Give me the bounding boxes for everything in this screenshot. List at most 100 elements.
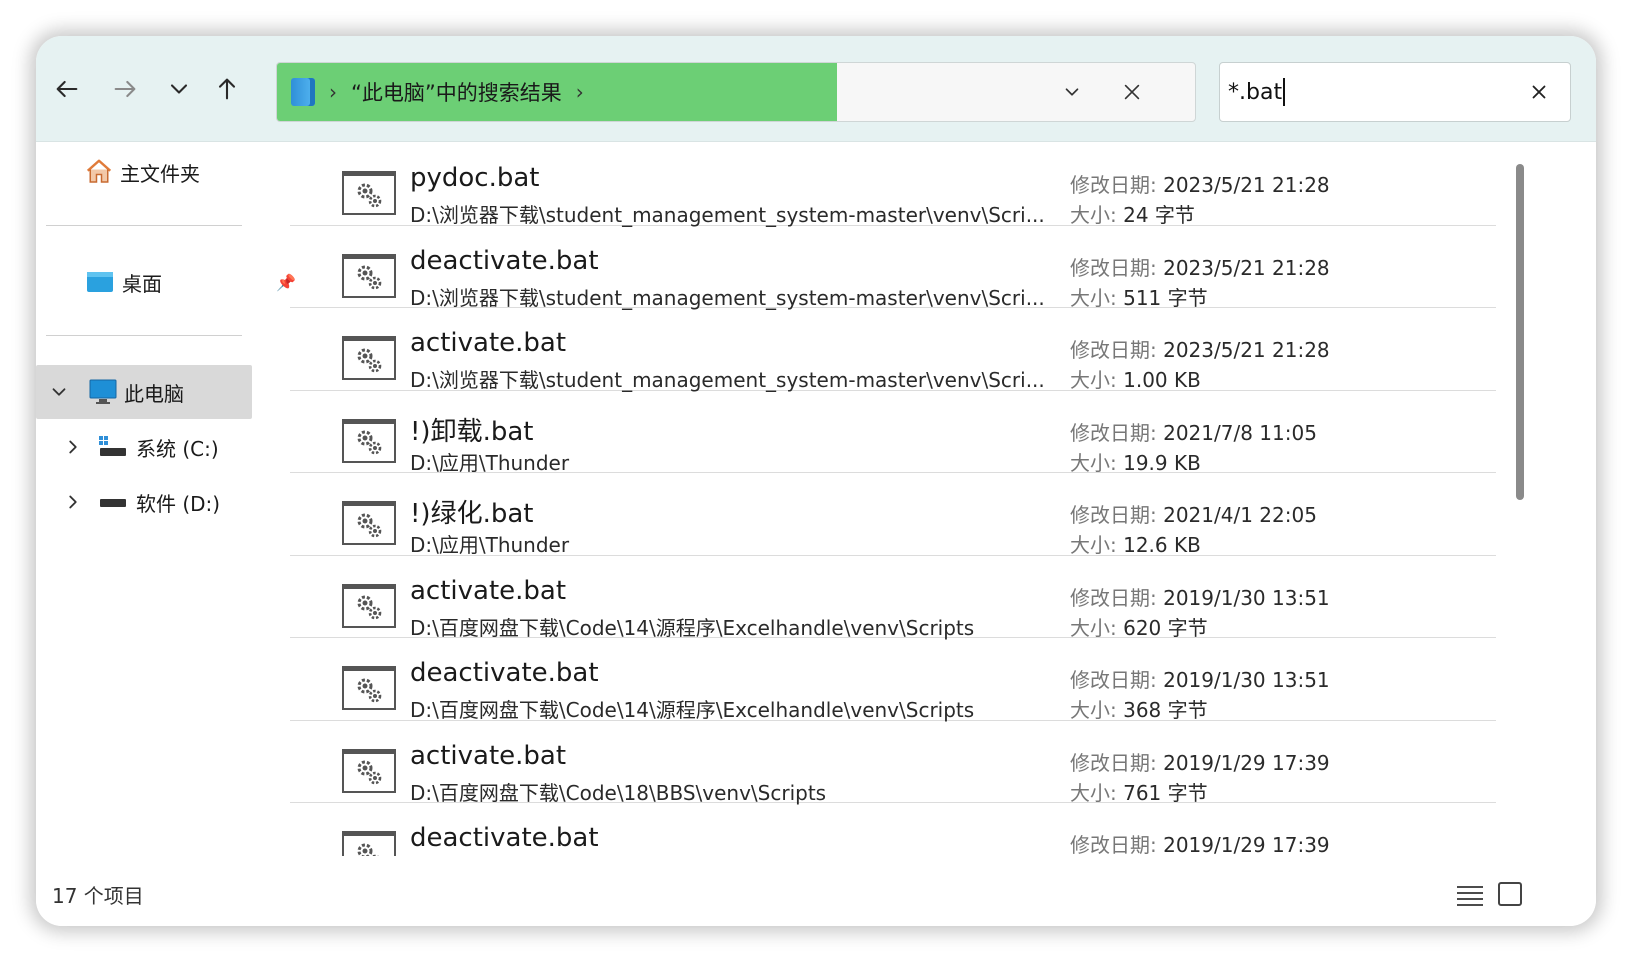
file-name[interactable]: !)绿化.bat	[410, 493, 533, 530]
chevron-right-icon[interactable]	[62, 491, 84, 513]
date-label: 修改日期:	[1070, 668, 1164, 692]
gear-icon	[357, 678, 382, 702]
text-caret	[1283, 78, 1286, 106]
date-value: 2021/4/1 22:05	[1163, 503, 1317, 527]
size-label: 大小:	[1070, 780, 1124, 805]
up-button[interactable]	[200, 66, 254, 112]
date-label: 修改日期:	[1070, 338, 1164, 362]
size-value: 1.00 KB	[1123, 368, 1201, 392]
file-name[interactable]: activate.bat	[410, 328, 566, 358]
size-value: 12.6 KB	[1123, 533, 1201, 557]
file-row[interactable]: !)绿化.bat D:\应用\Thunder 修改日期: 2021/4/1 22:0…	[290, 473, 1496, 557]
breadcrumb-current[interactable]: “此电脑”中的搜索结果	[351, 77, 562, 107]
size-label: 大小:	[1070, 368, 1124, 392]
modified-date: 修改日期: 2023/5/21 21:28	[1070, 169, 1330, 198]
back-button[interactable]	[40, 66, 94, 112]
item-count: 17 个项目	[52, 884, 144, 908]
address-dropdown-button[interactable]	[1047, 63, 1097, 121]
details-view-icon[interactable]	[1456, 884, 1484, 906]
gear-icon	[357, 760, 382, 785]
close-icon	[1532, 85, 1546, 99]
file-row[interactable]: pydoc.bat D:\浏览器下载\student_management_sys…	[290, 143, 1496, 227]
file-name[interactable]: deactivate.bat	[410, 823, 599, 853]
file-name[interactable]: activate.bat	[410, 741, 566, 771]
breadcrumb-chevron-icon[interactable]: ›	[576, 80, 584, 104]
arrow-right-icon	[114, 80, 136, 98]
date-value: 2019/1/29 17:39	[1163, 750, 1330, 775]
computer-icon	[89, 379, 117, 404]
file-path: D:\浏览器下载\student_management_system-maste…	[410, 285, 1045, 310]
sidebar-item-label: 主文件夹	[120, 161, 200, 186]
recent-locations-button[interactable]	[152, 66, 206, 112]
chevron-right-icon[interactable]	[62, 436, 84, 458]
file-name[interactable]: deactivate.bat	[410, 246, 599, 276]
vertical-scrollbar[interactable]	[1516, 164, 1524, 500]
toolbar: › “此电脑”中的搜索结果 › *.bat	[36, 36, 1596, 142]
file-row[interactable]: activate.bat D:\百度网盘下载\Code\14\源程序\Excelh…	[290, 556, 1496, 641]
chevron-down-icon[interactable]	[48, 381, 70, 403]
sidebar-item-this-pc[interactable]: 此电脑	[36, 365, 252, 419]
date-label: 修改日期:	[1070, 420, 1164, 445]
date-label: 修改日期:	[1070, 585, 1164, 610]
arrow-up-icon	[218, 78, 236, 100]
gear-icon	[357, 843, 381, 857]
clear-search-button[interactable]	[1516, 63, 1562, 121]
gear-icon	[357, 348, 382, 372]
search-query: *.bat	[1228, 79, 1283, 105]
file-row[interactable]: !)卸载.bat D:\应用\Thunder 修改日期: 2021/7/8 11:0…	[290, 391, 1496, 475]
batch-file-icon	[342, 171, 396, 215]
sidebar-item-drive-d[interactable]: 软件 (D:)	[36, 475, 252, 529]
batch-file-icon	[342, 831, 396, 857]
tiles-view-icon[interactable]	[1498, 882, 1522, 906]
date-value: 2019/1/29 17:39	[1163, 833, 1330, 857]
navigation-pane: 主文件夹 桌面 📌 此电脑 系统 (C:) 软件 (D:)	[36, 143, 296, 863]
date-value: 2021/7/8 11:05	[1163, 420, 1317, 445]
arrow-left-icon	[56, 80, 78, 98]
search-results-folder-icon	[291, 78, 315, 106]
file-size: 大小: 368 字节	[1070, 694, 1208, 723]
sidebar-item-desktop[interactable]: 桌面 📌	[86, 255, 302, 309]
file-path: D:\百度网盘下载\Code\14\源程序\Excelhandle\venv\S…	[410, 615, 975, 640]
date-value: 2023/5/21 21:28	[1163, 173, 1330, 197]
batch-file-icon	[342, 253, 396, 298]
sidebar-item-home[interactable]: 主文件夹	[84, 145, 300, 199]
size-value: 368 字节	[1123, 698, 1208, 722]
gear-icon	[357, 265, 382, 290]
search-input[interactable]: *.bat	[1219, 62, 1571, 122]
file-path: D:\浏览器下载\student_management_system-maste…	[410, 368, 1045, 392]
batch-file-icon	[342, 501, 396, 545]
file-path: D:\应用\Thunder	[410, 533, 570, 557]
address-bar[interactable]: › “此电脑”中的搜索结果 ›	[276, 62, 1196, 122]
stop-search-button[interactable]	[1107, 63, 1157, 121]
file-row[interactable]: deactivate.bat D:\百度网盘下载\Code\14\源程序\Exce…	[290, 638, 1496, 723]
file-explorer-window: › “此电脑”中的搜索结果 › *.bat 主文件夹 桌面 📌 此电脑 系统 (…	[36, 36, 1596, 926]
date-label: 修改日期:	[1070, 750, 1164, 775]
file-row[interactable]: deactivate.bat D:\浏览器下载\student_managemen…	[290, 226, 1496, 310]
date-label: 修改日期:	[1070, 833, 1164, 857]
forward-button[interactable]	[98, 66, 152, 112]
size-label: 大小:	[1070, 203, 1124, 227]
drive-icon	[100, 499, 126, 507]
date-value: 2019/1/30 13:51	[1163, 668, 1330, 692]
size-label: 大小:	[1070, 615, 1124, 640]
sidebar-item-label: 桌面	[122, 271, 162, 296]
size-value: 511 字节	[1123, 285, 1208, 310]
modified-date: 修改日期: 2019/1/30 13:51	[1070, 664, 1330, 693]
search-results-list: pydoc.bat D:\浏览器下载\student_management_sys…	[290, 143, 1496, 857]
file-name[interactable]: deactivate.bat	[410, 658, 599, 688]
size-value: 24 字节	[1123, 203, 1195, 227]
home-icon	[86, 159, 112, 183]
file-name[interactable]: pydoc.bat	[410, 163, 540, 193]
file-row[interactable]: deactivate.bat 修改日期: 2019/1/29 17:39	[290, 803, 1496, 857]
system-drive-icon	[99, 436, 126, 456]
modified-date: 修改日期: 2019/1/30 13:51	[1070, 582, 1330, 611]
size-value: 761 字节	[1123, 780, 1208, 805]
sidebar-item-drive-c[interactable]: 系统 (C:)	[36, 420, 252, 474]
modified-date: 修改日期: 2021/7/8 11:05	[1070, 417, 1317, 446]
file-row[interactable]: activate.bat D:\浏览器下载\student_management_…	[290, 308, 1496, 392]
file-name[interactable]: !)卸载.bat	[410, 411, 533, 448]
status-bar: 17 个项目	[36, 856, 1596, 926]
file-name[interactable]: activate.bat	[410, 576, 566, 606]
file-row[interactable]: activate.bat D:\百度网盘下载\Code\18\BBS\venv\S…	[290, 721, 1496, 805]
file-size: 大小: 620 字节	[1070, 612, 1208, 641]
